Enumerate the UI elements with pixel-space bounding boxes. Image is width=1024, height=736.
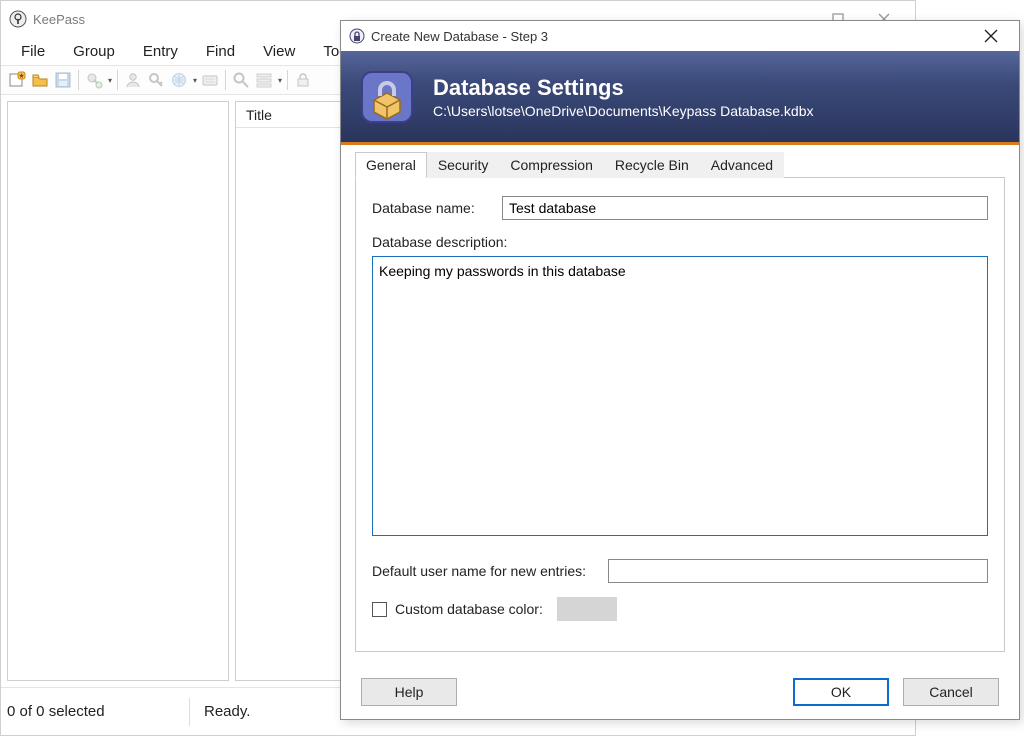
tab-advanced[interactable]: Advanced [700,152,784,178]
dialog-title-text: Create New Database - Step 3 [371,29,548,44]
default-username-input[interactable] [608,559,988,583]
dialog-body: General Security Compression Recycle Bin… [341,145,1019,665]
autotype-icon[interactable] [200,70,220,90]
database-name-label: Database name: [372,200,502,216]
toolbar-separator [78,70,79,90]
show-entries-icon[interactable] [254,70,274,90]
group-tree-panel[interactable] [7,101,229,681]
new-database-icon[interactable]: ★ [7,70,27,90]
menu-find[interactable]: Find [192,39,249,64]
cancel-button[interactable]: Cancel [903,678,999,706]
dropdown-arrow-icon[interactable]: ▾ [193,76,197,85]
database-box-icon [355,65,419,129]
open-database-icon[interactable] [30,70,50,90]
tab-general[interactable]: General [355,152,427,178]
lock-workspace-icon[interactable] [293,70,313,90]
lock-icon [349,28,365,44]
dialog-titlebar[interactable]: Create New Database - Step 3 [341,21,1019,51]
copy-password-icon[interactable] [146,70,166,90]
custom-color-swatch[interactable] [557,597,617,621]
dialog-heading: Database Settings [433,75,814,101]
database-description-label: Database description: [372,234,988,250]
dialog-subheading-path: C:\Users\lotse\OneDrive\Documents\Keypas… [433,103,814,119]
open-url-icon[interactable] [169,70,189,90]
create-database-dialog: Create New Database - Step 3 Database Se… [340,20,1020,720]
toolbar-separator [287,70,288,90]
dropdown-arrow-icon[interactable]: ▾ [108,76,112,85]
default-username-label: Default user name for new entries: [372,563,608,579]
add-entry-icon[interactable] [84,70,104,90]
dialog-footer: Help OK Cancel [341,665,1019,719]
toolbar-separator [225,70,226,90]
copy-username-icon[interactable] [123,70,143,90]
tab-security[interactable]: Security [427,152,500,178]
help-button[interactable]: Help [361,678,457,706]
custom-color-label: Custom database color: [395,601,543,617]
database-description-textarea[interactable] [372,256,988,536]
menu-entry[interactable]: Entry [129,39,192,64]
dropdown-arrow-icon[interactable]: ▾ [278,76,282,85]
ok-button[interactable]: OK [793,678,889,706]
toolbar-separator [117,70,118,90]
menu-group[interactable]: Group [59,39,129,64]
status-selection: 0 of 0 selected [1,703,189,720]
tab-compression[interactable]: Compression [499,152,603,178]
tab-recycle-bin[interactable]: Recycle Bin [604,152,700,178]
tab-general-panel: Database name: Database description: Def… [355,178,1005,652]
status-ready: Ready. [190,703,250,720]
database-name-input[interactable] [502,196,988,220]
menu-file[interactable]: File [7,39,59,64]
custom-color-checkbox[interactable] [372,602,387,617]
svg-text:★: ★ [18,72,24,80]
menu-view[interactable]: View [249,39,309,64]
settings-tabs: General Security Compression Recycle Bin… [355,151,1005,178]
dialog-close-button[interactable] [971,22,1011,50]
find-icon[interactable] [231,70,251,90]
main-title-text: KeePass [33,12,85,27]
dialog-header: Database Settings C:\Users\lotse\OneDriv… [341,51,1019,145]
save-database-icon[interactable] [53,70,73,90]
keepass-app-icon [9,10,27,28]
